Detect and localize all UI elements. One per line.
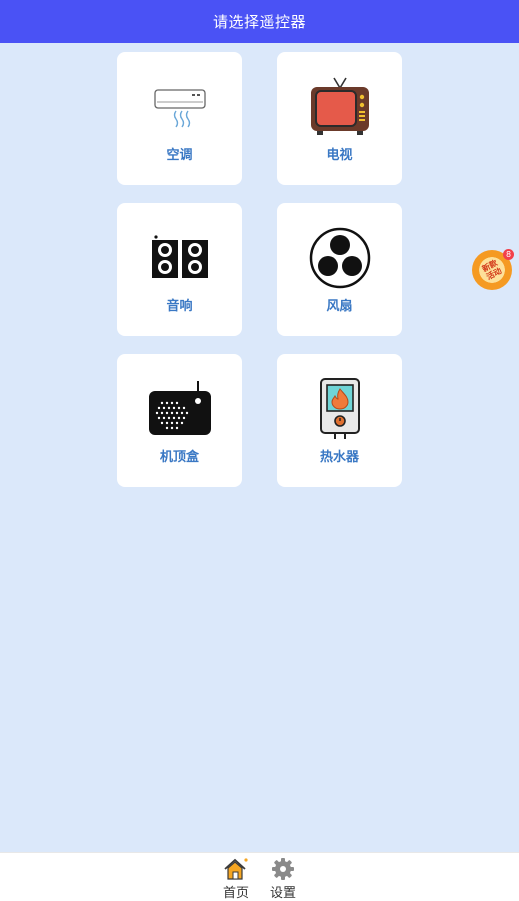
device-card-fan[interactable]: 风扇 xyxy=(277,203,402,336)
promo-text: 新款活动 xyxy=(480,258,504,282)
promo-float-button[interactable]: 新款活动 8 xyxy=(472,249,514,291)
device-label: 电视 xyxy=(326,148,353,163)
air-conditioner-icon xyxy=(147,74,213,140)
device-label: 风扇 xyxy=(326,299,353,314)
gear-icon xyxy=(270,857,296,881)
page-title: 请选择遥控器 xyxy=(212,13,306,31)
device-card-speaker[interactable]: 音响 xyxy=(117,203,242,336)
speaker-icon xyxy=(147,225,213,291)
tab-home[interactable]: 首页 xyxy=(216,857,256,901)
tv-icon xyxy=(307,74,373,140)
device-card-tv[interactable]: 电视 xyxy=(277,52,402,185)
device-label: 热水器 xyxy=(319,450,359,465)
set-top-box-icon xyxy=(147,376,213,442)
device-card-set-top-box[interactable]: 机顶盒 xyxy=(117,354,242,487)
tab-label: 设置 xyxy=(269,886,296,901)
title-bar: 请选择遥控器 xyxy=(0,0,519,43)
device-label: 空调 xyxy=(166,148,193,163)
device-card-air-conditioner[interactable]: 空调 xyxy=(117,52,242,185)
device-label: 音响 xyxy=(166,299,193,314)
bottom-tab-bar: 首页 设置 xyxy=(0,852,519,901)
remote-grid: 空调 电视 音响 风扇 机顶盒 热水器 xyxy=(117,52,402,487)
tab-settings[interactable]: 设置 xyxy=(263,857,303,901)
fan-icon xyxy=(307,225,373,291)
water-heater-icon xyxy=(307,376,373,442)
device-label: 机顶盒 xyxy=(159,450,199,465)
device-card-water-heater[interactable]: 热水器 xyxy=(277,354,402,487)
home-icon xyxy=(223,857,249,881)
promo-count-badge: 8 xyxy=(503,249,514,260)
tab-label: 首页 xyxy=(222,886,249,901)
